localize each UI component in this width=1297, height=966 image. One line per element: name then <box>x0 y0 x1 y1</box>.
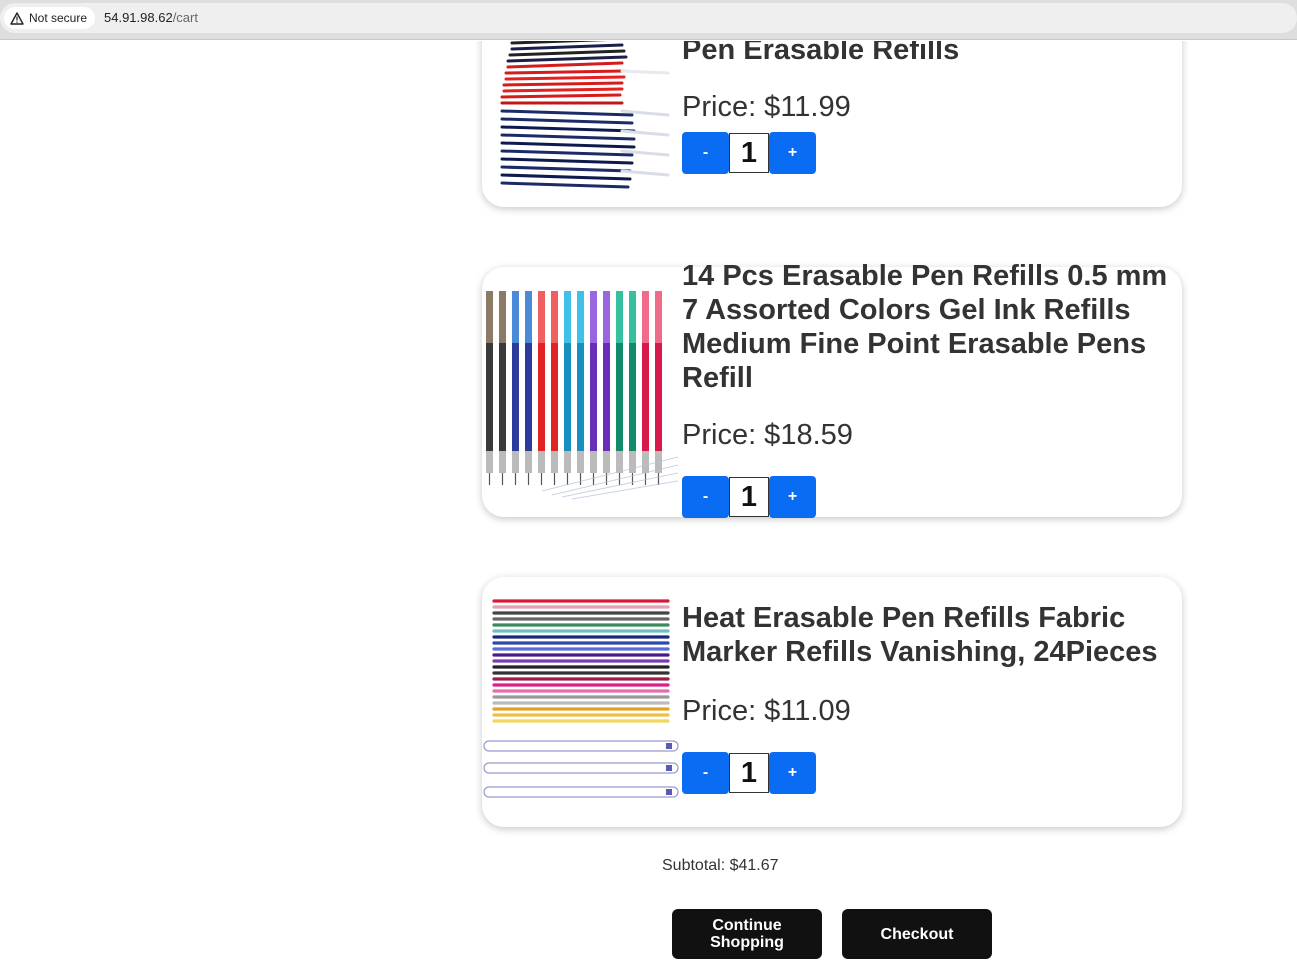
browser-toolbar: Not secure 54.91.98.62/cart <box>0 0 1297 40</box>
security-chip[interactable]: Not secure <box>4 7 96 29</box>
url-text[interactable]: 54.91.98.62/cart <box>104 10 198 25</box>
product-image <box>482 41 678 207</box>
quantity-value[interactable]: 1 <box>729 133 769 173</box>
product-title[interactable]: Heat Erasable Pen Refills Fabric Marker … <box>682 601 1182 669</box>
cart-item: Heat Erasable Pen Refills Fabric Marker … <box>482 577 1182 827</box>
cart-subtotal: Subtotal: $41.67 <box>662 857 779 874</box>
quantity-value[interactable]: 1 <box>729 477 769 517</box>
cart-item: 14 Pcs Erasable Pen Refills 0.5 mm 7 Ass… <box>482 260 1182 518</box>
product-title[interactable]: 14 Pcs Erasable Pen Refills 0.5 mm 7 Ass… <box>682 259 1182 395</box>
url-path: /cart <box>172 10 198 25</box>
product-price: Price: $11.99 <box>682 91 851 123</box>
decrement-button[interactable]: - <box>682 752 729 794</box>
quantity-stepper: - 1 + <box>682 752 816 794</box>
continue-shopping-button[interactable]: Continue Shopping <box>672 909 822 959</box>
decrement-button[interactable]: - <box>682 132 729 174</box>
quantity-stepper: - 1 + <box>682 132 816 174</box>
product-price: Price: $11.09 <box>682 695 851 727</box>
cart-item: Pen Erasable Refills Price: $11.99 - 1 + <box>482 41 1182 207</box>
page-viewport: Pen Erasable Refills Price: $11.99 - 1 + <box>0 41 1297 966</box>
product-title[interactable]: Pen Erasable Refills <box>682 41 1182 67</box>
increment-button[interactable]: + <box>769 132 816 174</box>
increment-button[interactable]: + <box>769 752 816 794</box>
product-image <box>482 577 679 827</box>
url-host: 54.91.98.62 <box>104 10 173 25</box>
product-price: Price: $18.59 <box>682 419 853 451</box>
security-label: Not secure <box>29 11 88 25</box>
decrement-button[interactable]: - <box>682 476 729 518</box>
warning-icon <box>10 11 24 25</box>
increment-button[interactable]: + <box>769 476 816 518</box>
quantity-value[interactable]: 1 <box>729 753 769 793</box>
product-image <box>482 267 679 517</box>
checkout-button[interactable]: Checkout <box>842 909 992 959</box>
address-bar[interactable]: Not secure 54.91.98.62/cart <box>0 3 1297 33</box>
quantity-stepper: - 1 + <box>682 476 816 518</box>
